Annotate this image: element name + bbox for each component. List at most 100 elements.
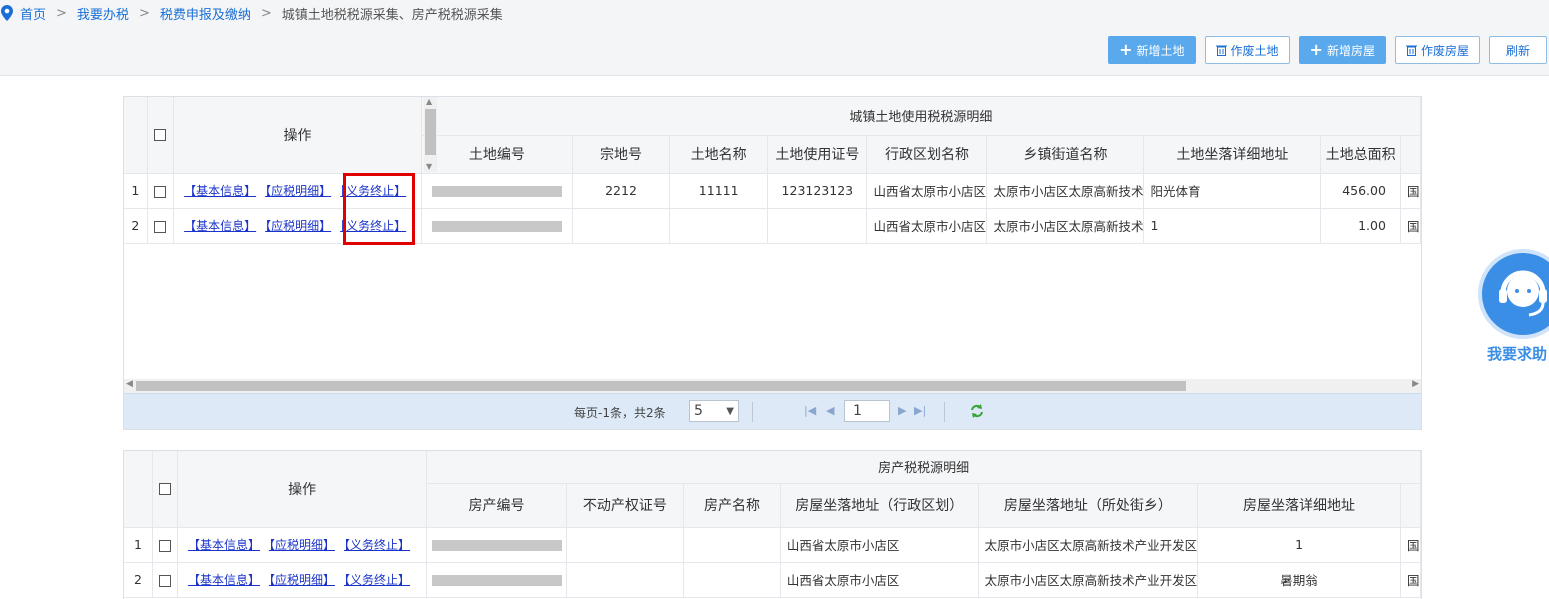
land-tax-grid: 操作 城镇土地使用税税源明细 土地编号 宗地号 土地名称 土地使用证号 行政区划… <box>123 96 1422 430</box>
row-checkbox[interactable] <box>154 220 167 233</box>
column-header-overflow <box>1400 135 1421 174</box>
add-house-label: 新增房屋 <box>1326 43 1375 58</box>
horizontal-scrollbar[interactable]: ◀ ▶ <box>124 379 1421 393</box>
area-cell: 456.00 <box>1320 173 1401 209</box>
breadcrumb-declaration[interactable]: 税费申报及缴纳 <box>160 4 251 23</box>
column-header[interactable]: 房屋坐落详细地址 <box>1197 483 1401 528</box>
page-number-input[interactable]: 1 <box>844 400 890 422</box>
table-row[interactable]: 1 【基本信息】 【应税明细】 【义务终止】 2212 11111 12312312… <box>124 173 1421 209</box>
help-label: 我要求助 <box>1487 345 1548 363</box>
cert-no-cell <box>767 208 868 244</box>
terminate-obligation-link[interactable]: 【义务终止】 <box>340 219 406 233</box>
rownum-header <box>124 451 153 528</box>
column-header[interactable]: 不动产权证号 <box>566 483 685 528</box>
breadcrumb-home[interactable]: 首页 <box>20 4 46 23</box>
table-row[interactable]: 1 【基本信息】 【应税明细】 【义务终止】 山西省太原市小店区 太原市小店区太原高… <box>124 527 1421 563</box>
parcel-no-cell: 2212 <box>572 173 671 209</box>
basic-info-link[interactable]: 【基本信息】 <box>184 219 256 233</box>
tax-detail-link[interactable]: 【应税明细】 <box>265 219 331 233</box>
page-size-select[interactable]: 5 ▼ <box>689 400 739 422</box>
basic-info-link[interactable]: 【基本信息】 <box>188 538 260 552</box>
tax-detail-link[interactable]: 【应税明细】 <box>269 538 335 552</box>
breadcrumb-tax-service[interactable]: 我要办税 <box>77 4 129 23</box>
customer-service-icon[interactable] <box>1478 249 1549 339</box>
breadcrumb: 首页 > 我要办税 > 税费申报及缴纳 > 城镇土地税税源采集、房产税税源采集 <box>0 4 503 23</box>
row-operations: 【基本信息】 【应税明细】 【义务终止】 <box>173 173 422 209</box>
land-id-cell <box>421 173 573 209</box>
house-group-title: 房产税税源明细 <box>426 451 1421 484</box>
redacted-block <box>431 221 562 232</box>
parcel-no-cell <box>572 208 671 244</box>
column-header[interactable]: 土地名称 <box>669 135 769 174</box>
row-checkbox[interactable] <box>154 185 167 198</box>
plus-icon: + <box>1309 40 1323 59</box>
column-header[interactable]: 土地坐落详细地址 <box>1143 135 1322 174</box>
void-land-label: 作废土地 <box>1230 43 1279 58</box>
column-header[interactable]: 土地使用证号 <box>767 135 868 174</box>
select-all-checkbox[interactable] <box>154 128 167 141</box>
terminate-obligation-link[interactable]: 【义务终止】 <box>344 573 410 587</box>
address-cell: 1 <box>1197 527 1401 563</box>
row-number: 1 <box>124 527 153 563</box>
terminate-obligation-link[interactable]: 【义务终止】 <box>344 538 410 552</box>
column-header[interactable]: 乡镇街道名称 <box>986 135 1145 174</box>
table-row[interactable]: 2 【基本信息】 【应税明细】 【义务终止】 山西省太原市小店区 太原市小店区太原高… <box>124 562 1421 598</box>
void-house-button[interactable]: 作废房屋 <box>1394 36 1480 64</box>
trash-icon <box>1215 45 1227 56</box>
house-id-cell <box>426 562 567 598</box>
add-land-button[interactable]: + 新增土地 <box>1108 36 1196 64</box>
header-vertical-scrollbar[interactable]: ▲ ▼ <box>424 97 437 172</box>
district-cell: 山西省太原市小店区 <box>780 562 979 598</box>
last-page-icon[interactable]: ▶| <box>914 404 926 417</box>
column-header[interactable]: 行政区划名称 <box>866 135 988 174</box>
column-header[interactable]: 房屋坐落地址（所处街乡） <box>978 483 1199 528</box>
column-header[interactable]: 土地编号 <box>421 135 573 174</box>
terminate-obligation-link[interactable]: 【义务终止】 <box>340 184 406 198</box>
land-group-title: 城镇土地使用税税源明细 <box>421 97 1421 136</box>
overflow-cell: 国 <box>1400 173 1421 209</box>
void-land-button[interactable]: 作废土地 <box>1204 36 1290 64</box>
district-cell: 山西省太原市小店区 <box>866 173 988 209</box>
select-all-checkbox[interactable] <box>158 482 171 495</box>
district-cell: 山西省太原市小店区 <box>780 527 979 563</box>
area-cell: 1.00 <box>1320 208 1401 244</box>
row-number: 2 <box>124 208 148 244</box>
scroll-left-icon[interactable]: ◀ <box>126 379 133 389</box>
pagination-bar: 每页-1条，共2条 5 ▼ |◀ ◀ 1 ▶ ▶| <box>124 393 1421 429</box>
cert-no-cell: 123123123 <box>767 173 868 209</box>
refresh-icon[interactable] <box>969 403 985 419</box>
district-cell: 山西省太原市小店区 <box>866 208 988 244</box>
address-cell: 暑期翁 <box>1197 562 1401 598</box>
street-cell: 太原市小店区太原高新技术 <box>986 208 1145 244</box>
column-header[interactable]: 土地总面积 <box>1320 135 1401 174</box>
house-tax-grid: 操作 房产税税源明细 房产编号 不动产权证号 房产名称 房屋坐落地址（行政区划）… <box>123 450 1422 599</box>
basic-info-link[interactable]: 【基本信息】 <box>188 573 260 587</box>
row-checkbox[interactable] <box>158 539 171 552</box>
scroll-up-icon[interactable]: ▲ <box>426 97 432 106</box>
column-header[interactable]: 房产名称 <box>683 483 781 528</box>
scroll-thumb[interactable] <box>425 109 436 155</box>
page-size-value: 5 <box>694 403 703 419</box>
prev-page-icon[interactable]: ◀ <box>826 404 834 417</box>
column-header[interactable]: 宗地号 <box>572 135 671 174</box>
basic-info-link[interactable]: 【基本信息】 <box>184 184 256 198</box>
column-header[interactable]: 房屋坐落地址（行政区划） <box>780 483 979 528</box>
row-checkbox[interactable] <box>158 574 171 587</box>
top-bar: 首页 > 我要办税 > 税费申报及缴纳 > 城镇土地税税源采集、房产税税源采集 … <box>0 0 1549 76</box>
house-name-cell <box>683 562 781 598</box>
scroll-thumb[interactable] <box>136 381 1186 391</box>
tax-detail-link[interactable]: 【应税明细】 <box>265 184 331 198</box>
operation-header: 操作 <box>177 451 428 528</box>
add-house-button[interactable]: + 新增房屋 <box>1298 36 1386 64</box>
refresh-label: 刷新 <box>1505 43 1530 58</box>
refresh-button[interactable]: 刷新 <box>1488 36 1547 64</box>
column-header[interactable]: 房产编号 <box>426 483 567 528</box>
tax-detail-link[interactable]: 【应税明细】 <box>269 573 335 587</box>
table-row[interactable]: 2 【基本信息】 【应税明细】 【义务终止】 山西省太原市小店区 太原市小店区太原高… <box>124 208 1421 244</box>
scroll-down-icon[interactable]: ▼ <box>426 162 432 171</box>
scroll-right-icon[interactable]: ▶ <box>1412 379 1419 389</box>
add-land-label: 新增土地 <box>1136 43 1185 58</box>
next-page-icon[interactable]: ▶ <box>898 404 906 417</box>
help-widget[interactable]: 我要求助 <box>1478 249 1549 369</box>
first-page-icon[interactable]: |◀ <box>804 404 816 417</box>
